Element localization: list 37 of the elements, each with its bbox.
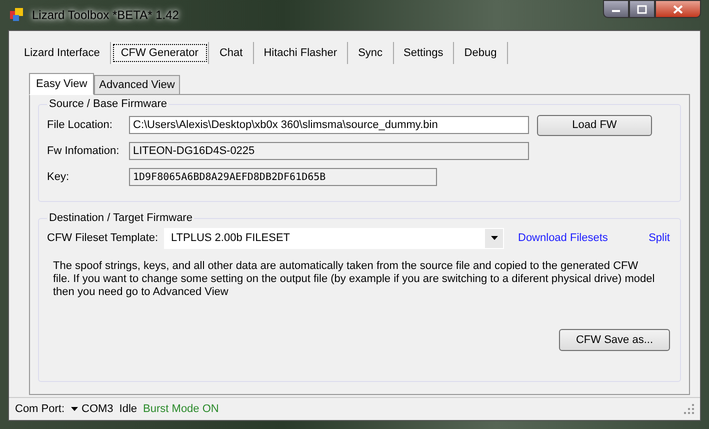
maximize-button[interactable] xyxy=(629,0,655,18)
status-text: Burst Mode ON xyxy=(143,403,219,415)
dropdown-arrow-icon xyxy=(490,236,498,240)
app-icon xyxy=(10,8,24,22)
tab[interactable]: CFW Generator xyxy=(110,42,210,64)
split-link[interactable]: Split xyxy=(648,232,670,244)
group-title: Destination / Target Firmware xyxy=(48,212,194,224)
maximize-icon xyxy=(637,4,647,14)
group-title: Source / Base Firmware xyxy=(48,98,168,110)
field-label: Fw Infomation: xyxy=(47,145,120,157)
input-field[interactable]: 1D9F8065A6BD8A29AEFD8DB2DF61D65B xyxy=(129,168,437,186)
tab[interactable]: Advanced View xyxy=(94,75,180,94)
tab[interactable]: Easy View xyxy=(29,73,94,95)
resize-grip-icon xyxy=(684,404,694,414)
tab[interactable]: Settings xyxy=(394,42,454,64)
tab[interactable]: Debug xyxy=(454,42,508,64)
field-label: File Location: xyxy=(47,119,114,131)
tab[interactable]: Chat xyxy=(209,42,254,64)
close-icon xyxy=(673,4,683,14)
load-button[interactable]: Load FW xyxy=(537,114,652,136)
download-link[interactable]: Download Filesets xyxy=(518,232,608,244)
save-button[interactable]: CFW Save as... xyxy=(559,329,670,351)
status-label: Com Port: xyxy=(15,403,65,415)
dropdown[interactable]: LTPLUS 2.00b FILESET xyxy=(164,228,504,248)
field-label: CFW Fileset Template: xyxy=(47,232,160,244)
input-field[interactable]: LITEON-DG16D4S-0225 xyxy=(129,142,529,160)
status-text: Idle xyxy=(119,403,138,415)
tab[interactable]: Hitachi Flasher xyxy=(254,42,348,64)
field-label: Key: xyxy=(47,171,70,183)
description-text: The spoof strings, keys, and all other data are automatically taken from the source file and copied to the generated CFW file. If you want to change some setting on the output file (by example if you are switching to a diferent physical drive) model then you need go to Advanced View xyxy=(53,260,656,299)
window-title: Lizard Toolbox *BETA* 1.42 xyxy=(32,8,179,22)
port-dropdown[interactable]: COM3 xyxy=(70,403,114,415)
dropdown-arrow-icon xyxy=(70,407,78,411)
minimize-button[interactable] xyxy=(603,0,629,18)
input-field[interactable]: C:\Users\Alexis\Desktop\xb0x 360\slimsma\source_dummy.bin xyxy=(129,116,529,134)
tab[interactable]: Sync xyxy=(348,42,394,64)
close-button[interactable] xyxy=(655,0,701,18)
